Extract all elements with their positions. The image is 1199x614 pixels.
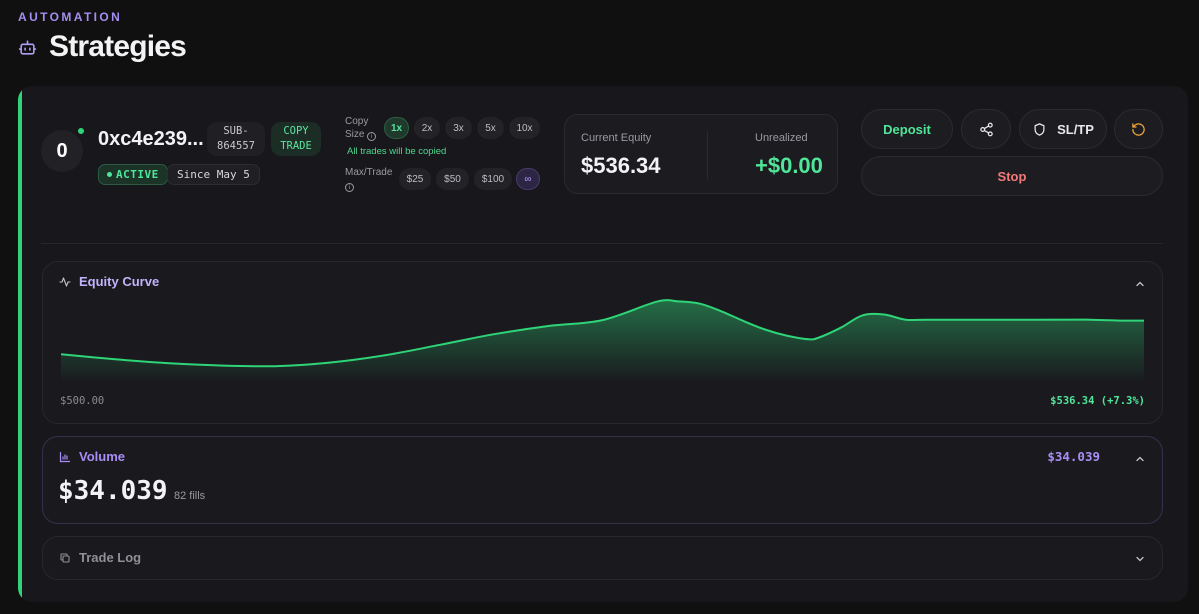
max-trade-25[interactable]: $25 (399, 168, 431, 190)
chevron-up-icon[interactable] (1134, 278, 1146, 290)
since-badge: Since May 5 (167, 164, 260, 185)
equity-curve-title: Equity Curve (79, 274, 160, 289)
copy-size-label-2-row: Size i (345, 128, 377, 141)
chevron-down-icon[interactable] (1134, 553, 1146, 565)
share-icon (979, 122, 993, 136)
copy-size-2x[interactable]: 2x (414, 117, 440, 139)
sub-line2: 864557 (217, 140, 255, 152)
equity-curve-panel: Equity Curve $500.00 $536.34 (+7.3%) (42, 261, 1163, 424)
status-text: ACTIVE (116, 168, 159, 181)
copy-size-3x[interactable]: 3x (445, 117, 472, 139)
trade-log-header[interactable]: Trade Log (59, 550, 141, 565)
deposit-button[interactable]: Deposit (861, 109, 953, 149)
copy-icon (60, 552, 70, 563)
max-trade-50[interactable]: $50 (436, 168, 469, 190)
copy-size-label-1: Copy (345, 116, 369, 127)
status-dot (107, 172, 112, 177)
mode-line2: TRADE (280, 140, 312, 152)
volume-header[interactable]: Volume (59, 449, 125, 464)
unrealized-value: +$0.00 (755, 153, 823, 178)
max-trade-100[interactable]: $100 (474, 168, 512, 190)
activity-icon (59, 276, 71, 287)
status-accent-bar (18, 86, 22, 602)
copy-size-1x[interactable]: 1x (384, 117, 409, 139)
stop-button[interactable]: Stop (861, 156, 1163, 196)
online-dot (76, 126, 86, 136)
equity-divider (707, 131, 708, 179)
avatar-text: 0 (56, 139, 68, 162)
wallet-address[interactable]: 0xc4e239... (98, 128, 204, 151)
sltp-button[interactable]: SL/TP (1019, 109, 1107, 149)
share-button[interactable] (961, 109, 1011, 149)
equity-area (61, 300, 1144, 382)
mode-line1: COPY (283, 125, 309, 137)
trade-log-panel[interactable]: Trade Log (42, 536, 1163, 580)
current-equity-value: $536.34 (581, 153, 661, 178)
max-trade-info-row: i (345, 179, 392, 192)
max-trade-label: Max/Trade i (345, 166, 392, 192)
unrealized-label: Unrealized (755, 132, 808, 144)
chevron-up-icon[interactable] (1134, 453, 1146, 465)
copy-note: All trades will be copied (347, 146, 447, 157)
page-title: Strategies (49, 30, 187, 63)
volume-header-value: $34.039 (1047, 449, 1100, 464)
section-eyebrow: AUTOMATION (18, 10, 123, 24)
mode-badge: COPY TRADE (271, 122, 321, 156)
volume-panel: Volume $34.039 $34.039 82 fills (42, 436, 1163, 524)
stop-label: Stop (997, 168, 1027, 184)
rotate-ccw-icon (1132, 122, 1145, 136)
max-trade-unlimited[interactable]: ∞ (516, 168, 540, 190)
sub-line1: SUB- (223, 125, 249, 137)
volume-title: Volume (79, 449, 125, 464)
strategy-card: 0 0xc4e239... SUB- 864557 COPY TRADE ACT… (18, 86, 1188, 602)
avatar: 0 (41, 130, 83, 172)
page-header: Strategies (18, 30, 187, 64)
equity-chart (61, 299, 1144, 382)
sltp-label: SL/TP (1057, 121, 1094, 137)
volume-value: $34.039 (58, 476, 168, 506)
equity-curve-header[interactable]: Equity Curve (59, 274, 159, 289)
bar-chart-icon (59, 451, 71, 462)
copy-size-label-2: Size (345, 129, 365, 140)
subaccount-badge: SUB- 864557 (207, 122, 265, 156)
section-divider (41, 243, 1163, 244)
equity-summary: Current Equity $536.34 Unrealized +$0.00 (564, 114, 838, 194)
since-text: Since May 5 (177, 168, 250, 181)
deposit-label: Deposit (883, 121, 931, 137)
reset-button[interactable] (1114, 109, 1163, 149)
bot-icon (18, 39, 37, 55)
status-badge: ACTIVE (98, 164, 168, 185)
max-trade-label-text: Max/Trade (345, 167, 393, 178)
fills-count: 82 fills (174, 490, 206, 502)
info-icon[interactable]: i (367, 132, 377, 141)
trade-log-title: Trade Log (79, 550, 142, 565)
copy-size-5x[interactable]: 5x (477, 117, 504, 139)
current-equity-label: Current Equity (581, 132, 652, 144)
shield-icon (1034, 122, 1045, 136)
copy-size-label: Copy Size i (345, 115, 377, 141)
copy-size-10x[interactable]: 10x (509, 117, 540, 139)
equity-start-label: $500.00 (60, 395, 105, 407)
equity-end-label: $536.34 (+7.3%) (1050, 395, 1145, 407)
info-icon[interactable]: i (345, 183, 354, 192)
